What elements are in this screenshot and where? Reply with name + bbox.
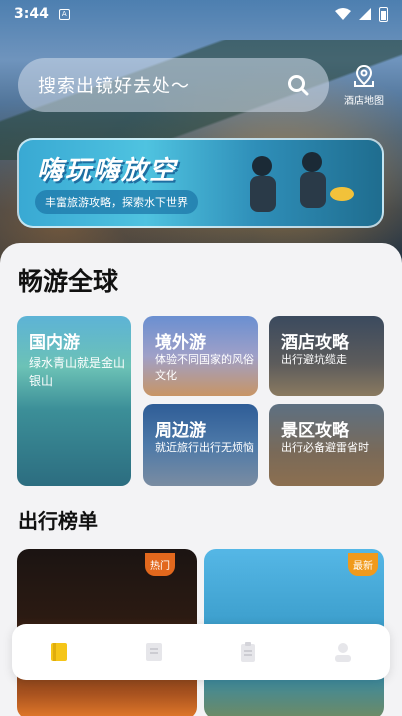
map-pin-icon — [354, 64, 374, 87]
status-time: 3:44 — [14, 6, 49, 22]
hotel-map-label: 酒店地图 — [344, 96, 384, 107]
tab-home[interactable] — [39, 632, 79, 672]
clipboard-icon — [241, 642, 256, 662]
promo-banner[interactable]: 嗨玩嗨放空 丰富旅游攻略，探索水下世界 — [17, 138, 384, 228]
hotel-map-button[interactable]: 酒店地图 — [338, 64, 390, 107]
card-title: 境外游 — [155, 333, 206, 353]
banner-subtitle: 丰富旅游攻略，探索水下世界 — [35, 190, 198, 214]
section-title-rank: 出行榜单 — [18, 509, 98, 533]
profile-icon — [334, 643, 351, 662]
card-subtitle: 出行必备避雷省时 — [281, 441, 369, 454]
notification-icon: A — [58, 8, 70, 20]
tab-checklist[interactable] — [134, 632, 174, 672]
status-bar: 3:44 A — [0, 0, 402, 28]
card-title: 景区攻略 — [281, 421, 349, 441]
card-title: 周边游 — [155, 421, 206, 441]
wifi-icon — [335, 8, 351, 20]
banner-title: 嗨玩嗨放空 — [37, 156, 178, 186]
bottom-tab-bar — [12, 624, 390, 680]
card-abroad-travel[interactable]: 境外游 体验不同国家的风俗文化 — [143, 316, 258, 396]
tab-notes[interactable] — [228, 632, 268, 672]
tab-profile[interactable] — [323, 632, 363, 672]
card-nearby-travel[interactable]: 周边游 就近旅行出行无烦恼 — [143, 404, 258, 486]
search-bar[interactable]: 搜索出镜好去处～ — [18, 58, 329, 112]
book-icon — [51, 643, 68, 661]
card-subtitle: 出行避坑缆走 — [281, 353, 347, 366]
card-title: 国内游 — [29, 333, 80, 353]
card-subtitle: 就近旅行出行无烦恼 — [155, 441, 254, 454]
card-scenic-guide[interactable]: 景区攻略 出行必备避雷省时 — [269, 404, 384, 486]
section-title-global: 畅游全球 — [18, 267, 119, 296]
card-subtitle: 体验不同国家的风俗文化 — [155, 353, 254, 382]
search-icon[interactable] — [287, 74, 309, 96]
checklist-icon — [145, 643, 162, 661]
divers-illustration — [250, 152, 354, 212]
signal-icon — [359, 8, 371, 20]
hot-badge: 热门 — [145, 553, 175, 576]
card-subtitle: 绿水青山就是金山银山 — [29, 356, 126, 388]
new-badge: 最新 — [348, 553, 378, 576]
card-title: 酒店攻略 — [281, 333, 349, 353]
battery-icon — [379, 6, 388, 22]
search-placeholder: 搜索出镜好去处～ — [38, 76, 190, 97]
card-hotel-guide[interactable]: 酒店攻略 出行避坑缆走 — [269, 316, 384, 396]
card-domestic-travel[interactable]: 国内游 绿水青山就是金山银山 — [17, 316, 131, 486]
